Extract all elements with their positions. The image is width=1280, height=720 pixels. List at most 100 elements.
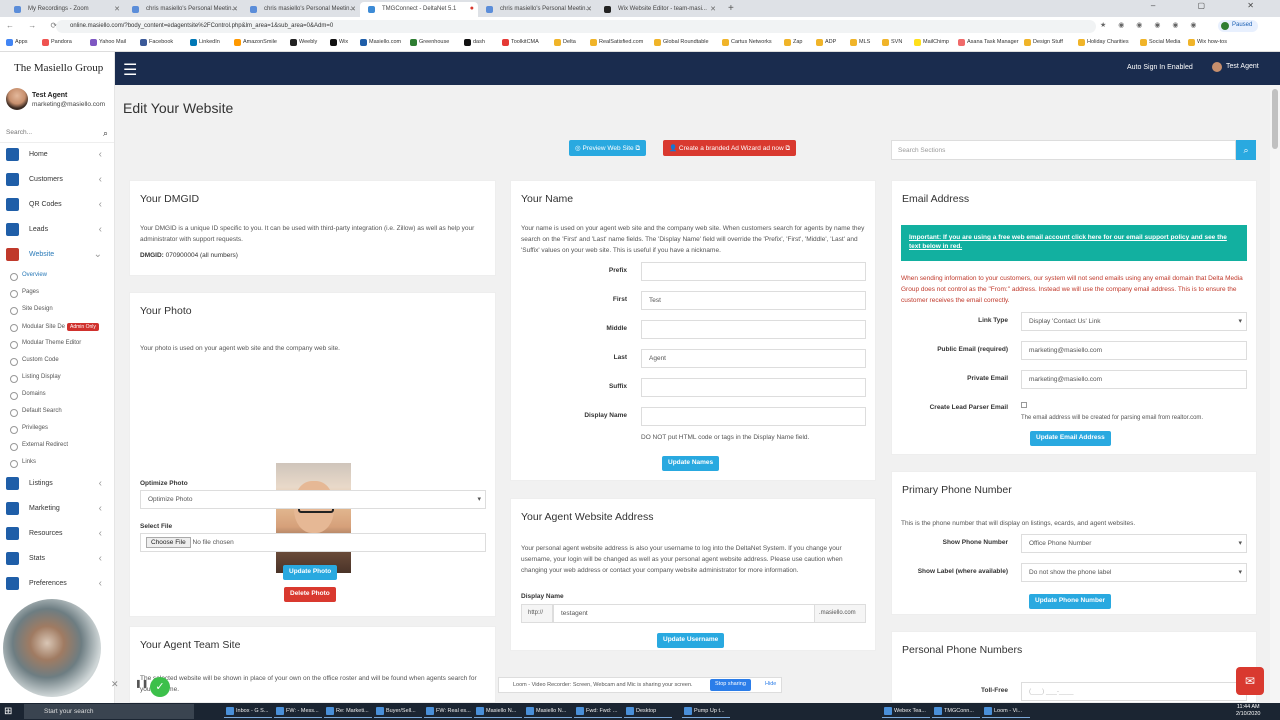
bookmark-item[interactable]: Zap [784, 39, 802, 46]
bookmark-item[interactable]: Cartus Networks [722, 39, 772, 46]
scrollbar-thumb[interactable] [1272, 89, 1278, 149]
page-scrollbar[interactable] [1270, 85, 1280, 703]
brand-name[interactable]: The Masiello Group [0, 52, 114, 85]
taskbar-clock[interactable]: 11:44 AM 2/10/2020 [1236, 704, 1260, 718]
sidebar-item-listings[interactable]: Listings ‹ [0, 472, 114, 497]
loom-webcam-bubble[interactable] [3, 599, 101, 697]
sidebar-subitem[interactable]: External Redirect [0, 438, 114, 455]
sidebar-item-resources[interactable]: Resources ‹ [0, 522, 114, 547]
taskbar-app[interactable]: Desktop [624, 705, 672, 718]
sidebar-subitem[interactable]: Privileges [0, 421, 114, 438]
sidebar-subitem[interactable]: Site Design [0, 302, 114, 319]
window-controls[interactable]: – ▢ ✕ [1151, 1, 1274, 10]
bookmark-item[interactable]: Asana Task Manager [958, 39, 1019, 46]
close-icon[interactable]: ✕ [586, 5, 592, 13]
tollfree-input[interactable]: (___) ___-____ [1021, 682, 1247, 701]
public-email-input[interactable]: marketing@masiello.com [1021, 341, 1247, 360]
browser-tab[interactable]: chris masiello's Personal Meetin... ✕ [124, 2, 242, 17]
hide-button[interactable]: Hide [765, 681, 776, 687]
bookmark-item[interactable]: Weebly [290, 39, 317, 46]
browser-tab-active[interactable]: TMGConnect - DeltaNet 5.1 ● [360, 2, 478, 17]
optimize-photo-select[interactable]: Optimize Photo [140, 490, 486, 509]
bookmark-item[interactable]: AmazonSmile [234, 39, 277, 46]
close-icon[interactable]: ✕ [232, 5, 238, 13]
bookmark-item[interactable]: Pandora [42, 39, 72, 46]
email-policy-link[interactable]: Important: If you are using a free web e… [901, 225, 1247, 261]
bookmark-item[interactable]: Global Roundtable [654, 39, 709, 46]
middle-name-input[interactable] [641, 320, 866, 339]
show-phone-select[interactable]: Office Phone Number [1021, 534, 1247, 553]
pause-icon[interactable]: ❚❚ [135, 679, 148, 688]
last-name-input[interactable]: Agent [641, 349, 866, 368]
topbar-user-menu[interactable]: Test Agent [1212, 62, 1259, 72]
taskbar-app[interactable]: FW: Real es... [424, 705, 472, 718]
update-names-button[interactable]: Update Names [662, 456, 720, 471]
chat-icon[interactable]: ✉ [1236, 667, 1264, 695]
sidebar-item-leads[interactable]: Leads ‹ [0, 218, 114, 243]
sidebar-subitem[interactable]: Modular Site De Admin Only [0, 319, 114, 336]
file-input[interactable]: Choose File No file chosen [140, 533, 486, 552]
browser-tab[interactable]: Wix Website Editor - team-masi... ✕ [596, 2, 720, 17]
new-tab-button[interactable]: + [728, 3, 734, 14]
sidebar-subitem[interactable]: Default Search [0, 404, 114, 421]
private-email-input[interactable]: marketing@masiello.com [1021, 370, 1247, 389]
bookmark-item[interactable]: Wix how-tos [1188, 39, 1227, 46]
sidebar-item-marketing[interactable]: Marketing ‹ [0, 497, 114, 522]
taskbar-search[interactable]: Start your search [24, 704, 194, 719]
check-icon[interactable]: ✓ [150, 677, 170, 697]
sidebar-subitem[interactable]: Custom Code [0, 353, 114, 370]
bookmark-item[interactable]: Greenhouse [410, 39, 449, 46]
update-email-button[interactable]: Update Email Address [1030, 431, 1111, 446]
search-sections-input[interactable]: Search Sections [891, 140, 1236, 160]
lead-parser-checkbox[interactable] [1021, 402, 1027, 408]
bookmark-item[interactable]: dash [464, 39, 485, 46]
bookmark-item[interactable]: Wix [330, 39, 348, 46]
search-icon[interactable]: ⌕ [1236, 140, 1256, 160]
show-label-select[interactable]: Do not show the phone label [1021, 563, 1247, 582]
taskbar-app[interactable]: Masiello N... [524, 705, 572, 718]
bookmark-item[interactable]: ToolkitCMA [502, 39, 539, 46]
username-input[interactable]: testagent [553, 604, 815, 623]
update-username-button[interactable]: Update Username [657, 633, 725, 648]
sidebar-subitem[interactable]: Listing Display [0, 370, 114, 387]
search-icon[interactable]: ⌕ [103, 128, 108, 139]
display-name-input[interactable] [641, 407, 866, 426]
taskbar-app[interactable]: FW: - Mess... [274, 705, 322, 718]
bookmark-item[interactable]: MLS [850, 39, 870, 46]
bookmark-item[interactable]: Delta [554, 39, 576, 46]
first-name-input[interactable]: Test [641, 291, 866, 310]
profile-paused-button[interactable]: Paused [1218, 20, 1259, 32]
suffix-input[interactable] [641, 378, 866, 397]
close-icon[interactable]: ✕ [111, 679, 119, 690]
taskbar-app[interactable]: TMGConn... [932, 705, 980, 718]
update-phone-button[interactable]: Update Phone Number [1029, 594, 1112, 609]
sidebar-subitem[interactable]: Overview [0, 268, 114, 285]
bookmark-item[interactable]: RealSatisfied.com [590, 39, 643, 46]
prefix-input[interactable] [641, 262, 866, 281]
sidebar-item-customers[interactable]: Customers ‹ [0, 168, 114, 193]
choose-file-button[interactable]: Choose File [146, 537, 191, 548]
taskbar-app[interactable]: Fwd: Fwd: ... [574, 705, 622, 718]
sidebar-item-qr-codes[interactable]: QR Codes ‹ [0, 193, 114, 218]
close-icon[interactable]: ✕ [350, 5, 356, 13]
taskbar-app[interactable]: Pump Up t... [682, 705, 730, 718]
taskbar-app[interactable]: Loom - Vi... [982, 705, 1030, 718]
hamburger-menu-icon[interactable]: ☰ [123, 60, 137, 80]
sidebar-subitem[interactable]: Pages [0, 285, 114, 302]
sidebar-subitem[interactable]: Domains [0, 387, 114, 404]
preview-website-button[interactable]: ◎ Preview Web Site ⧉ [569, 140, 647, 156]
taskbar-app[interactable]: Re: Marketi... [324, 705, 372, 718]
sidebar-item-website[interactable]: Website ⌄ [0, 243, 114, 268]
bookmark-item[interactable]: Apps [6, 39, 28, 46]
update-photo-button[interactable]: Update Photo [283, 565, 338, 580]
extension-icons[interactable]: ★ ◉ ◉ ◉ ◉ ◉ [1100, 21, 1202, 29]
taskbar-app[interactable]: Webex Tea... [882, 705, 930, 718]
sidebar-item-preferences[interactable]: Preferences ‹ [0, 572, 114, 597]
taskbar-app[interactable]: Inbox - G S... [224, 705, 272, 718]
taskbar-app[interactable]: Masiello N... [474, 705, 522, 718]
bookmark-item[interactable]: Social Media [1140, 39, 1181, 46]
link-type-select[interactable]: Display 'Contact Us' Link [1021, 312, 1247, 331]
browser-tab[interactable]: chris masiello's Personal Meetin... ✕ [242, 2, 360, 17]
windows-start-icon[interactable]: ⊞ [4, 706, 12, 717]
sidebar-search-input[interactable] [0, 125, 95, 136]
